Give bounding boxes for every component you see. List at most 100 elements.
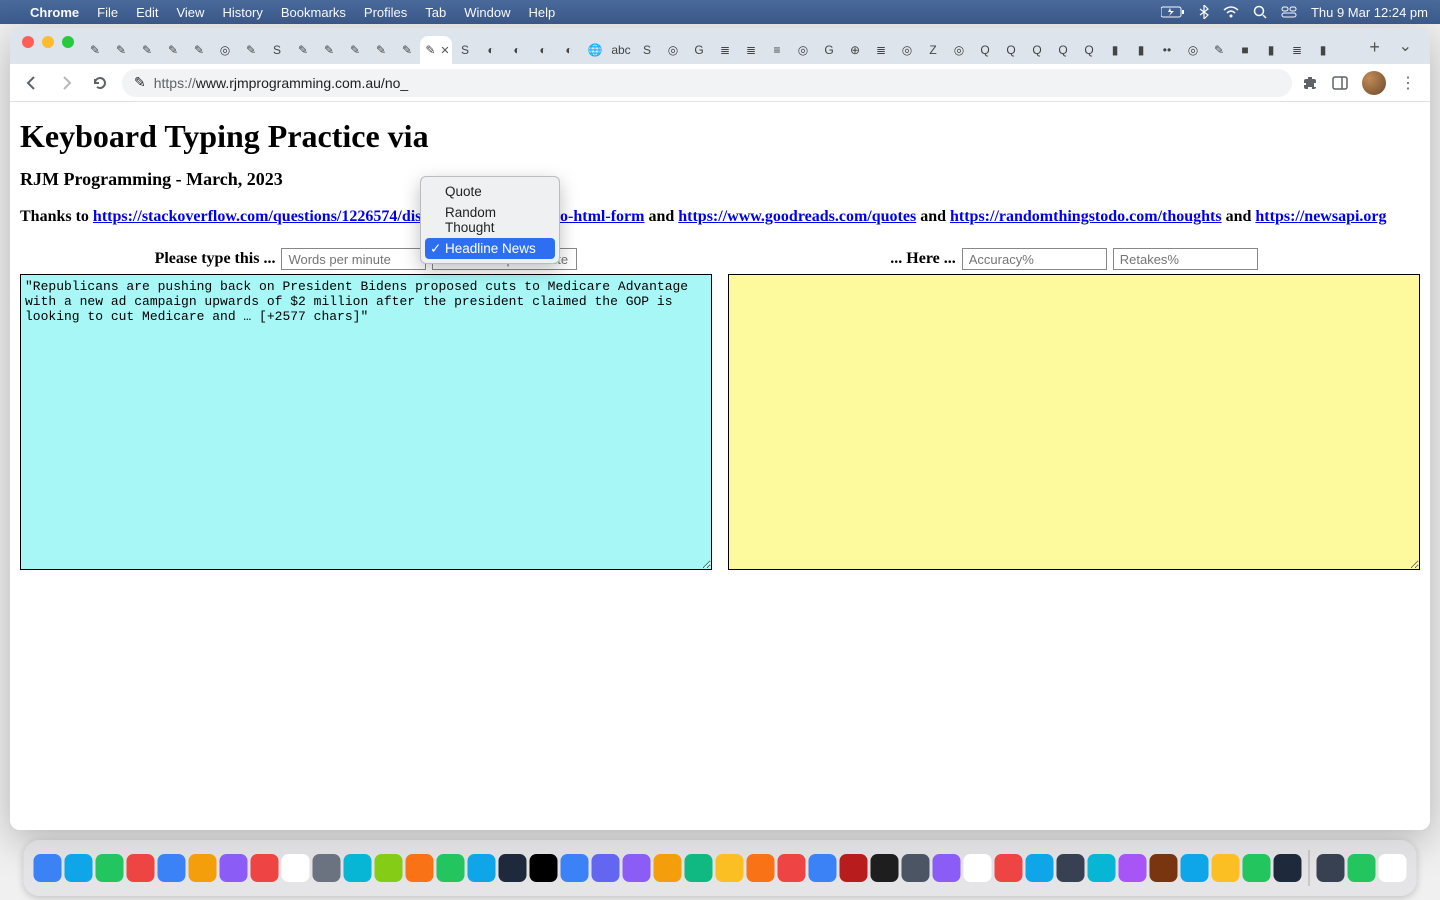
browser-tab[interactable]: S bbox=[452, 36, 478, 64]
menubar-clock[interactable]: Thu 9 Mar 12:24 pm bbox=[1311, 5, 1428, 20]
browser-tab[interactable]: •• bbox=[1154, 36, 1180, 64]
browser-tab[interactable]: ≣ bbox=[712, 36, 738, 64]
dock-app[interactable] bbox=[1026, 854, 1054, 882]
close-tab-icon[interactable]: ✕ bbox=[440, 44, 449, 57]
dock-app[interactable] bbox=[65, 854, 93, 882]
browser-tab[interactable]: ✎ bbox=[108, 36, 134, 64]
browser-tab[interactable]: ▮ bbox=[1310, 36, 1336, 64]
menubar-item-view[interactable]: View bbox=[176, 5, 204, 20]
dock-app[interactable] bbox=[964, 854, 992, 882]
dock-app[interactable] bbox=[561, 854, 589, 882]
browser-tab[interactable]: ◎ bbox=[1180, 36, 1206, 64]
dock-app[interactable] bbox=[530, 854, 558, 882]
dock-app[interactable] bbox=[933, 854, 961, 882]
dropdown-option-quote[interactable]: Quote bbox=[425, 181, 555, 202]
dock-app[interactable] bbox=[437, 854, 465, 882]
browser-tab[interactable]: ≣ bbox=[738, 36, 764, 64]
link-randomthings[interactable]: https://randomthingstodo.com/thoughts bbox=[950, 208, 1222, 225]
browser-tab[interactable]: ▮ bbox=[1102, 36, 1128, 64]
close-window-button[interactable] bbox=[22, 36, 34, 48]
browser-tab[interactable]: ✎ bbox=[368, 36, 394, 64]
dropdown-option-random-thought[interactable]: Random Thought bbox=[425, 202, 555, 238]
browser-tab[interactable]: ◐ bbox=[530, 36, 556, 64]
address-bar[interactable]: ✎ https://www.rjmprogramming.com.au/no_ bbox=[122, 69, 1292, 97]
dock-app[interactable] bbox=[499, 854, 527, 882]
dock-app[interactable] bbox=[592, 854, 620, 882]
browser-tab[interactable]: ✎ bbox=[238, 36, 264, 64]
browser-tab[interactable]: G bbox=[686, 36, 712, 64]
forward-button[interactable] bbox=[54, 71, 78, 95]
extensions-icon[interactable] bbox=[1302, 75, 1318, 91]
dock-app[interactable] bbox=[406, 854, 434, 882]
browser-tab[interactable]: G bbox=[816, 36, 842, 64]
dock-app[interactable] bbox=[1212, 854, 1240, 882]
new-tab-button[interactable]: + bbox=[1361, 37, 1389, 64]
dock-app[interactable] bbox=[747, 854, 775, 882]
dock-app[interactable] bbox=[375, 854, 403, 882]
browser-tab[interactable]: ≡ bbox=[764, 36, 790, 64]
control-center-icon[interactable] bbox=[1281, 6, 1297, 18]
link-newsapi[interactable]: https://newsapi.org bbox=[1255, 208, 1386, 225]
dock-app[interactable] bbox=[1274, 854, 1302, 882]
dock-app[interactable] bbox=[654, 854, 682, 882]
dock-app[interactable] bbox=[34, 854, 62, 882]
browser-tab[interactable]: S bbox=[264, 36, 290, 64]
dock-app[interactable] bbox=[995, 854, 1023, 882]
menubar-item-window[interactable]: Window bbox=[464, 5, 510, 20]
wifi-icon[interactable] bbox=[1223, 6, 1239, 18]
side-panel-icon[interactable] bbox=[1332, 75, 1348, 91]
tab-overflow-button[interactable]: ⌄ bbox=[1389, 36, 1422, 64]
accuracy-input[interactable] bbox=[962, 248, 1107, 270]
bluetooth-icon[interactable] bbox=[1199, 5, 1209, 19]
browser-tab[interactable]: ◎ bbox=[894, 36, 920, 64]
dock-app[interactable] bbox=[623, 854, 651, 882]
browser-tab[interactable]: ◐ bbox=[556, 36, 582, 64]
dock-app[interactable] bbox=[685, 854, 713, 882]
browser-tab[interactable]: 🌐 bbox=[582, 36, 608, 64]
dock-app[interactable] bbox=[1317, 854, 1345, 882]
dock-app[interactable] bbox=[313, 854, 341, 882]
browser-tab[interactable]: ≣ bbox=[868, 36, 894, 64]
source-text-area[interactable] bbox=[20, 274, 712, 570]
minimize-window-button[interactable] bbox=[42, 36, 54, 48]
wpm-input[interactable] bbox=[281, 248, 426, 270]
browser-tab[interactable]: ✎ bbox=[186, 36, 212, 64]
menubar-item-help[interactable]: Help bbox=[529, 5, 556, 20]
dock-app[interactable] bbox=[871, 854, 899, 882]
menubar-item-tab[interactable]: Tab bbox=[425, 5, 446, 20]
menubar-item-history[interactable]: History bbox=[222, 5, 262, 20]
dock-app[interactable] bbox=[1348, 854, 1376, 882]
browser-tab[interactable]: ◎ bbox=[790, 36, 816, 64]
link-stackoverflow[interactable]: https://stackoverflow.com/questions/1226… bbox=[93, 208, 645, 225]
dock-app[interactable] bbox=[1057, 854, 1085, 882]
browser-tab[interactable]: ✎ bbox=[316, 36, 342, 64]
browser-tab[interactable]: ■ bbox=[1232, 36, 1258, 64]
dock-app[interactable] bbox=[189, 854, 217, 882]
dock-app[interactable] bbox=[1379, 854, 1407, 882]
browser-tab[interactable]: ◐ bbox=[504, 36, 530, 64]
browser-tab[interactable]: ✎ bbox=[1206, 36, 1232, 64]
browser-tab[interactable]: ✎✕ bbox=[420, 36, 452, 64]
chrome-menu-icon[interactable]: ⋮ bbox=[1400, 73, 1416, 93]
dock-app[interactable] bbox=[468, 854, 496, 882]
profile-avatar[interactable] bbox=[1362, 71, 1386, 95]
dock-app[interactable] bbox=[716, 854, 744, 882]
browser-tab[interactable]: ▮ bbox=[1128, 36, 1154, 64]
dock-app[interactable] bbox=[840, 854, 868, 882]
menubar-item-profiles[interactable]: Profiles bbox=[364, 5, 407, 20]
browser-tab[interactable]: ✎ bbox=[394, 36, 420, 64]
dock-app[interactable] bbox=[251, 854, 279, 882]
browser-tab[interactable]: Q bbox=[998, 36, 1024, 64]
reload-button[interactable] bbox=[88, 71, 112, 95]
menubar-item-file[interactable]: File bbox=[97, 5, 118, 20]
browser-tab[interactable]: ≣ bbox=[1284, 36, 1310, 64]
browser-tab[interactable]: ⊕ bbox=[842, 36, 868, 64]
dock-app[interactable] bbox=[282, 854, 310, 882]
browser-tab[interactable]: Q bbox=[1076, 36, 1102, 64]
browser-tab[interactable]: ✎ bbox=[342, 36, 368, 64]
dock-app[interactable] bbox=[158, 854, 186, 882]
dock-app[interactable] bbox=[1243, 854, 1271, 882]
browser-tab[interactable]: ▮ bbox=[1258, 36, 1284, 64]
browser-tab[interactable]: ◎ bbox=[660, 36, 686, 64]
browser-tab[interactable]: Q bbox=[972, 36, 998, 64]
